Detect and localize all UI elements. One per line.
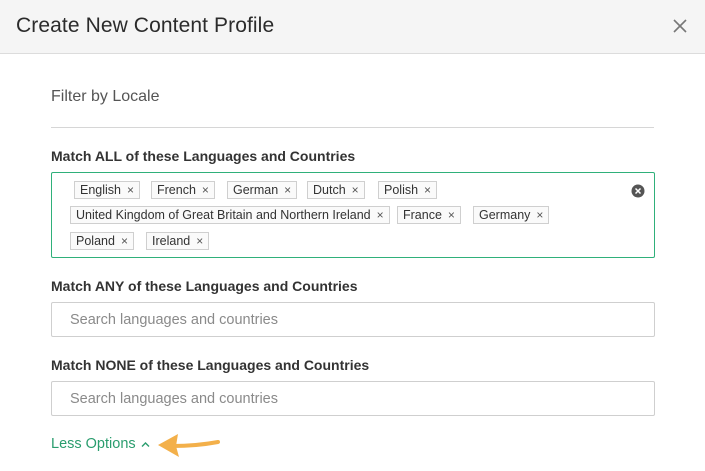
tag-chip: Poland × (70, 232, 134, 250)
tag-label: Ireland (152, 234, 191, 248)
tag-chip: Germany × (473, 206, 550, 224)
tag-label: United Kingdom of Great Britain and Nort… (76, 208, 371, 222)
tag-chip: German × (227, 181, 298, 199)
close-button[interactable] (671, 17, 689, 35)
modal-title: Create New Content Profile (16, 14, 275, 37)
tag-label: Poland (76, 234, 115, 248)
create-content-profile-modal: Create New Content Profile Filter by Loc… (0, 0, 705, 471)
match-all-label: Match ALL of these Languages and Countri… (51, 148, 356, 164)
tag-label: Germany (479, 208, 531, 222)
tag-label: Polish (384, 183, 419, 197)
modal-header: Create New Content Profile (0, 0, 705, 54)
tag-remove-icon[interactable]: × (536, 207, 543, 223)
tag-remove-icon[interactable]: × (424, 182, 431, 198)
tag-label: French (157, 183, 196, 197)
tag-label: English (80, 183, 121, 197)
chevron-up-icon (141, 436, 150, 452)
match-none-label: Match NONE of these Languages and Countr… (51, 357, 370, 373)
less-options-toggle[interactable]: Less Options (51, 436, 150, 452)
tag-remove-icon[interactable]: × (196, 233, 203, 249)
tag-chip: Dutch × (307, 181, 365, 199)
tag-remove-icon[interactable]: × (352, 182, 359, 198)
match-any-search-input[interactable] (51, 302, 655, 337)
tag-chip: English × (74, 181, 141, 199)
clear-circle-icon (631, 184, 645, 198)
tag-remove-icon[interactable]: × (202, 182, 209, 198)
tag-remove-icon[interactable]: × (377, 207, 384, 223)
close-icon (673, 19, 687, 33)
tag-label: Dutch (313, 183, 346, 197)
match-any-label: Match ANY of these Languages and Countri… (51, 278, 358, 294)
arrow-icon (158, 434, 220, 457)
match-none-search-input[interactable] (51, 381, 655, 416)
tag-chip: United Kingdom of Great Britain and Nort… (70, 206, 390, 224)
section-title: Filter by Locale (51, 88, 160, 105)
section-divider (51, 127, 654, 128)
tag-remove-icon[interactable]: × (127, 182, 134, 198)
tag-remove-icon[interactable]: × (448, 207, 455, 223)
clear-all-button[interactable] (631, 184, 645, 198)
tag-chip: Polish × (378, 181, 438, 199)
tag-label: German (233, 183, 279, 197)
tag-remove-icon[interactable]: × (121, 233, 128, 249)
tag-chip: France × (397, 206, 461, 224)
tag-chip: French × (151, 181, 215, 199)
less-options-label: Less Options (51, 436, 136, 452)
tag-label: France (403, 208, 442, 222)
tag-chip: Ireland × (146, 232, 210, 250)
match-all-tag-input[interactable]: English × French × German × Dutch × Polish × … (51, 172, 655, 258)
tag-remove-icon[interactable]: × (284, 182, 291, 198)
